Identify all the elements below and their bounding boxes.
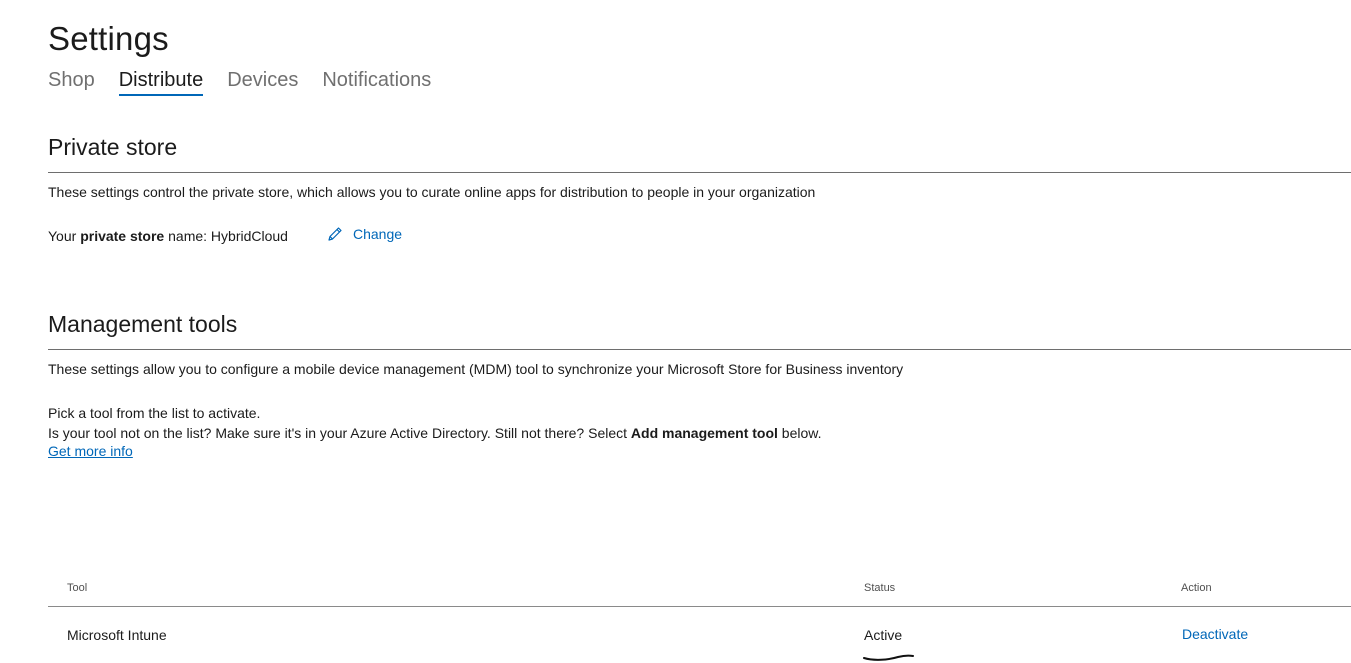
handwritten-underline-mark xyxy=(863,654,914,661)
pick-tool-text: Pick a tool from the list to activate. xyxy=(48,405,261,421)
pencil-icon xyxy=(328,227,342,241)
tool-name-cell: Microsoft Intune xyxy=(67,627,167,643)
private-store-name-bold: private store xyxy=(80,228,165,244)
settings-tabs: Shop Distribute Devices Notifications xyxy=(48,68,455,96)
tab-distribute[interactable]: Distribute xyxy=(118,68,204,96)
private-store-divider xyxy=(48,172,1351,173)
private-store-description: These settings control the private store… xyxy=(48,184,816,200)
private-store-heading: Private store xyxy=(48,134,178,160)
management-tools-divider xyxy=(48,349,1351,350)
page-title: Settings xyxy=(48,20,169,57)
deactivate-button[interactable]: Deactivate xyxy=(1182,626,1248,642)
settings-page: Settings Shop Distribute Devices Notific… xyxy=(0,0,1351,663)
add-management-tool-bold: Add management tool xyxy=(630,425,778,441)
private-store-name-value: name: HybridCloud xyxy=(164,228,288,244)
tool-not-listed-text: Is your tool not on the list? Make sure … xyxy=(48,423,822,443)
tool-not-listed-prefix: Is your tool not on the list? Make sure … xyxy=(48,425,631,441)
change-store-name-button[interactable]: Change xyxy=(327,226,402,242)
status-cell: Active xyxy=(864,627,903,643)
table-header-divider xyxy=(48,606,1351,607)
tab-devices[interactable]: Devices xyxy=(227,68,298,96)
tab-shop[interactable]: Shop xyxy=(48,68,95,96)
tool-not-listed-suffix: below. xyxy=(777,425,822,441)
private-store-name: Your private store name: HybridCloud xyxy=(48,226,288,246)
management-tools-heading: Management tools xyxy=(48,311,238,337)
change-label: Change xyxy=(353,226,403,242)
private-store-name-prefix: Your xyxy=(48,228,81,244)
table-header-action: Action xyxy=(1181,582,1212,594)
table-header-tool: Tool xyxy=(67,582,88,594)
management-tools-description: These settings allow you to configure a … xyxy=(48,361,904,377)
tab-notifications[interactable]: Notifications xyxy=(322,68,431,96)
table-header-status: Status xyxy=(864,582,896,594)
get-more-info-link[interactable]: Get more info xyxy=(48,443,133,459)
